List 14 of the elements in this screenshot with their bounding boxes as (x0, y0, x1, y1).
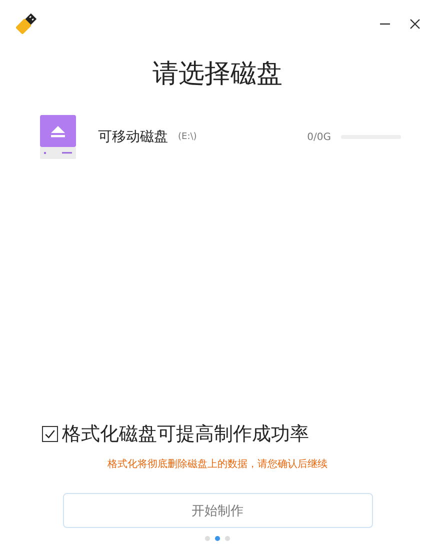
start-button[interactable]: 开始制作 (62, 493, 372, 528)
page-dot[interactable] (225, 536, 230, 541)
page-dot[interactable] (215, 536, 220, 541)
warning-text: 格式化将彻底删除磁盘上的数据，请您确认后继续 (106, 458, 328, 471)
page-dot[interactable] (205, 536, 210, 541)
dialog-title: 请选择磁盘 (152, 58, 284, 91)
format-checkbox[interactable] (42, 426, 58, 442)
disk-name[interactable]: 可移动磁盘 (98, 128, 168, 146)
format-option-label: 格式化磁盘可提高制作成功率 (62, 422, 309, 447)
usb-drive-icon (14, 12, 38, 36)
drive-letter: (E:\) (178, 132, 197, 142)
close-icon (409, 18, 421, 30)
disk-capacity: 0/0G (307, 132, 331, 142)
removable-disk-icon (40, 115, 76, 159)
